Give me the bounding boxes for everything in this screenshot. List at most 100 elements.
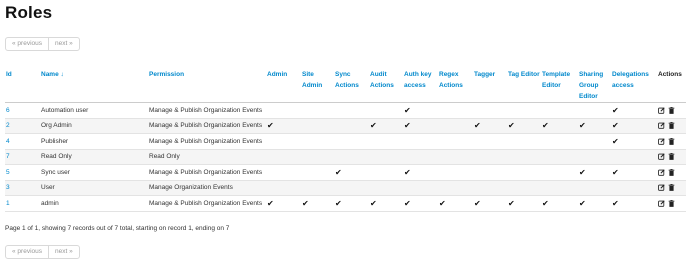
flag-cell-template-editor [541, 149, 578, 165]
role-id-link[interactable]: 2 [5, 118, 40, 134]
edit-icon[interactable] [658, 138, 665, 145]
trash-icon[interactable] [668, 122, 675, 130]
edit-icon[interactable] [658, 153, 665, 160]
check-icon: ✔ [335, 198, 342, 208]
role-id-link[interactable]: 4 [5, 133, 40, 150]
flag-cell-regex-actions [438, 102, 473, 119]
flag-cell-template-editor: ✔ [541, 118, 578, 134]
table-row: 2 Org Admin Manage & Publish Organization … [5, 118, 686, 134]
role-name: admin [40, 195, 148, 212]
check-icon: ✔ [612, 198, 619, 208]
trash-icon[interactable] [668, 199, 675, 207]
row-actions [657, 102, 686, 119]
role-name: Automation user [40, 102, 148, 119]
flag-cell-sync-actions: ✔ [334, 164, 369, 181]
role-name: Read Only [40, 149, 148, 165]
flag-cell-admin [266, 102, 301, 119]
edit-icon[interactable] [658, 122, 665, 129]
previous-page-button[interactable]: « previous [6, 38, 49, 50]
flag-cell-admin [266, 133, 301, 150]
trash-icon[interactable] [668, 168, 675, 176]
check-icon: ✔ [542, 198, 549, 208]
flag-cell-template-editor [541, 180, 578, 196]
role-id-link[interactable]: 6 [5, 102, 40, 119]
role-name: Sync user [40, 164, 148, 181]
role-permission: Manage & Publish Organization Events [148, 195, 266, 212]
column-header-id[interactable]: Id [5, 65, 40, 103]
check-icon: ✔ [404, 167, 411, 177]
flag-cell-audit-actions [369, 102, 403, 119]
flag-cell-auth-key-access: ✔ [403, 195, 438, 212]
column-header-admin[interactable]: Admin [266, 65, 301, 103]
column-header-delegations-access[interactable]: Delegations access [611, 65, 657, 103]
table-row: 1 admin Manage & Publish Organization Even… [5, 195, 686, 212]
edit-icon[interactable] [658, 169, 665, 176]
row-actions [657, 133, 686, 150]
role-permission: Manage & Publish Organization Events [148, 118, 266, 134]
flag-cell-delegations-access: ✔ [611, 195, 657, 212]
flag-cell-tag-editor [507, 102, 541, 119]
check-icon: ✔ [404, 105, 411, 115]
role-id-link[interactable]: 7 [5, 149, 40, 165]
trash-icon[interactable] [668, 153, 675, 161]
flag-cell-delegations-access: ✔ [611, 164, 657, 181]
flag-cell-tagger [473, 102, 507, 119]
flag-cell-delegations-access [611, 149, 657, 165]
flag-cell-sharing-group-editor [578, 102, 611, 119]
next-page-button[interactable]: next » [49, 38, 79, 50]
column-header-sharing-group-editor[interactable]: Sharing Group Editor [578, 65, 611, 103]
role-id-link[interactable]: 5 [5, 164, 40, 181]
flag-cell-site-admin [301, 102, 334, 119]
check-icon: ✔ [404, 121, 411, 131]
flag-cell-site-admin [301, 118, 334, 134]
role-name: Publisher [40, 133, 148, 150]
flag-cell-tag-editor: ✔ [507, 195, 541, 212]
trash-icon[interactable] [668, 137, 675, 145]
flag-cell-regex-actions [438, 149, 473, 165]
role-permission: Read Only [148, 149, 266, 165]
table-row: 3 User Manage Organization Events [5, 180, 686, 196]
previous-page-button[interactable]: « previous [6, 246, 49, 258]
column-header-auth-key-access[interactable]: Auth key access [403, 65, 438, 103]
column-header-audit-actions[interactable]: Audit Actions [369, 65, 403, 103]
flag-cell-site-admin [301, 133, 334, 150]
edit-icon[interactable] [658, 184, 665, 191]
column-header-sync-actions[interactable]: Sync Actions [334, 65, 369, 103]
flag-cell-audit-actions [369, 149, 403, 165]
column-header-tagger[interactable]: Tagger [473, 65, 507, 103]
flag-cell-auth-key-access: ✔ [403, 164, 438, 181]
flag-cell-tagger [473, 164, 507, 181]
column-header-regex-actions[interactable]: Regex Actions [438, 65, 473, 103]
role-id-link[interactable]: 1 [5, 195, 40, 212]
check-icon: ✔ [508, 198, 515, 208]
table-row: 4 Publisher Manage & Publish Organization … [5, 133, 686, 150]
check-icon: ✔ [370, 198, 377, 208]
check-icon: ✔ [579, 198, 586, 208]
trash-icon[interactable] [668, 184, 675, 192]
next-page-button[interactable]: next » [49, 246, 79, 258]
edit-icon[interactable] [658, 107, 665, 114]
pagination-bottom: « previous next » [5, 245, 80, 259]
flag-cell-auth-key-access [403, 133, 438, 150]
roles-table: Id Name ↓ Permission Admin Site Admin Sync Ac… [5, 65, 686, 212]
check-icon: ✔ [612, 167, 619, 177]
role-id-link[interactable]: 3 [5, 180, 40, 196]
flag-cell-admin [266, 180, 301, 196]
column-header-permission[interactable]: Permission [148, 65, 266, 103]
column-header-tag-editor[interactable]: Tag Editor [507, 65, 541, 103]
flag-cell-audit-actions [369, 164, 403, 181]
table-row: 5 Sync user Manage & Publish Organization … [5, 164, 686, 181]
flag-cell-template-editor [541, 102, 578, 119]
column-header-name[interactable]: Name ↓ [40, 65, 148, 103]
check-icon: ✔ [508, 121, 515, 131]
column-header-template-editor[interactable]: Template Editor [541, 65, 578, 103]
column-header-site-admin[interactable]: Site Admin [301, 65, 334, 103]
check-icon: ✔ [612, 105, 619, 115]
edit-icon[interactable] [658, 200, 665, 207]
check-icon: ✔ [267, 198, 274, 208]
row-actions [657, 118, 686, 134]
trash-icon[interactable] [668, 106, 675, 114]
flag-cell-audit-actions [369, 180, 403, 196]
flag-cell-auth-key-access: ✔ [403, 102, 438, 119]
flag-cell-regex-actions [438, 118, 473, 134]
